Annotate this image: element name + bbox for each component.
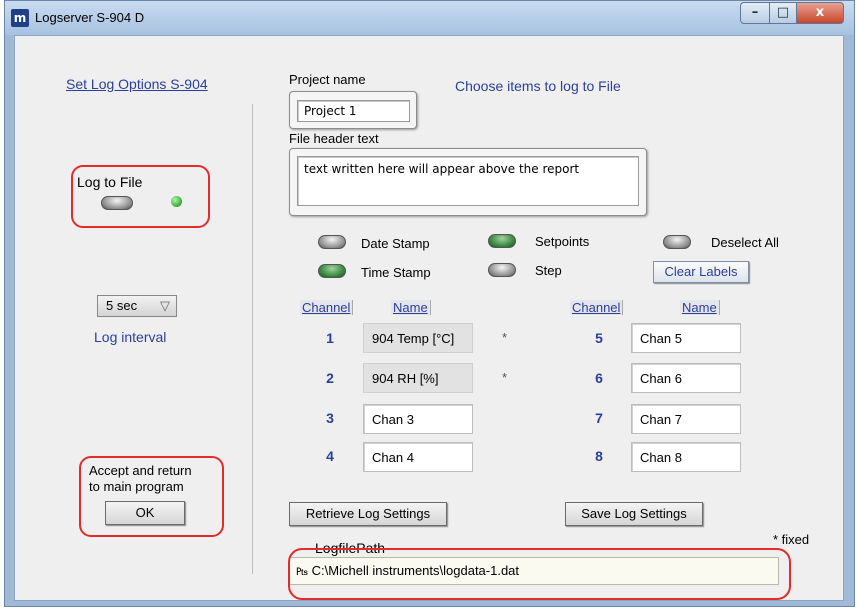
window-title: Logserver S-904 D (35, 10, 145, 25)
time-stamp-toggle[interactable] (318, 264, 346, 278)
app-window: m Logserver S-904 D – □ x Set Log Option… (4, 0, 855, 607)
project-name-frame: Project 1 (289, 91, 417, 129)
project-name-input[interactable]: Project 1 (297, 100, 410, 122)
channel-header-left: Channel (300, 300, 354, 315)
setpoints-toggle[interactable] (488, 234, 516, 248)
channel-number: 5 (595, 330, 603, 346)
channel-name-input[interactable]: Chan 6 (631, 363, 741, 393)
channel-name-input[interactable]: Chan 3 (363, 404, 473, 434)
channel-name-input[interactable]: Chan 5 (631, 323, 741, 353)
date-stamp-toggle[interactable] (318, 235, 346, 249)
log-interval-label: Log interval (94, 329, 167, 345)
name-header-right: Name (680, 300, 720, 315)
deselect-all-toggle[interactable] (663, 235, 691, 249)
channel-number: 7 (595, 410, 603, 426)
step-label: Step (535, 263, 562, 278)
deselect-all-label: Deselect All (711, 235, 779, 250)
file-header-frame: text written here will appear above the … (289, 148, 647, 216)
date-stamp-label: Date Stamp (361, 236, 430, 251)
close-button[interactable]: x (796, 2, 844, 24)
channel-name-fixed: 904 RH [%] (363, 363, 473, 393)
log-to-file-highlight (71, 165, 210, 228)
channel-name-input[interactable]: Chan 7 (631, 404, 741, 434)
clear-labels-button[interactable]: Clear Labels (653, 261, 749, 283)
choose-items-heading: Choose items to log to File (455, 78, 621, 94)
channel-number: 2 (326, 370, 334, 386)
fixed-marker: * (502, 330, 508, 345)
channel-name-input[interactable]: Chan 8 (631, 442, 741, 472)
file-header-label: File header text (289, 131, 379, 146)
channel-name-input[interactable]: Chan 4 (363, 442, 473, 472)
chevron-down-icon: ▽ (160, 298, 170, 313)
title-bar: m Logserver S-904 D – □ x (5, 1, 854, 35)
minimize-button[interactable]: – (740, 2, 770, 24)
log-interval-dropdown[interactable]: 5 sec ▽ (97, 295, 177, 317)
project-name-label: Project name (289, 72, 366, 87)
fixed-note: * fixed (773, 532, 810, 547)
app-logo-icon: m (11, 9, 29, 27)
channel-header-right: Channel (570, 300, 624, 315)
channel-number: 3 (326, 410, 334, 426)
save-log-settings-button[interactable]: Save Log Settings (565, 502, 703, 526)
fixed-marker: * (502, 370, 508, 385)
setpoints-label: Setpoints (535, 234, 590, 249)
dialog-client-area: Set Log Options S-904 Log to File 5 sec … (14, 35, 844, 601)
channel-number: 1 (326, 330, 334, 346)
logfile-path-highlight (288, 548, 791, 600)
step-toggle[interactable] (488, 263, 516, 277)
time-stamp-label: Time Stamp (361, 265, 431, 280)
set-log-options-link[interactable]: Set Log Options S-904 (66, 76, 208, 92)
accept-highlight (79, 456, 224, 537)
retrieve-log-settings-button[interactable]: Retrieve Log Settings (289, 502, 447, 526)
file-header-input[interactable]: text written here will appear above the … (297, 156, 639, 206)
name-header-left: Name (391, 300, 431, 315)
pane-divider (252, 104, 253, 574)
channel-number: 4 (326, 448, 334, 464)
channel-number: 6 (595, 370, 603, 386)
channel-name-fixed: 904 Temp [°C] (363, 323, 473, 353)
channel-number: 8 (595, 448, 603, 464)
maximize-button[interactable]: □ (769, 2, 797, 24)
log-interval-value: 5 sec (106, 298, 138, 313)
